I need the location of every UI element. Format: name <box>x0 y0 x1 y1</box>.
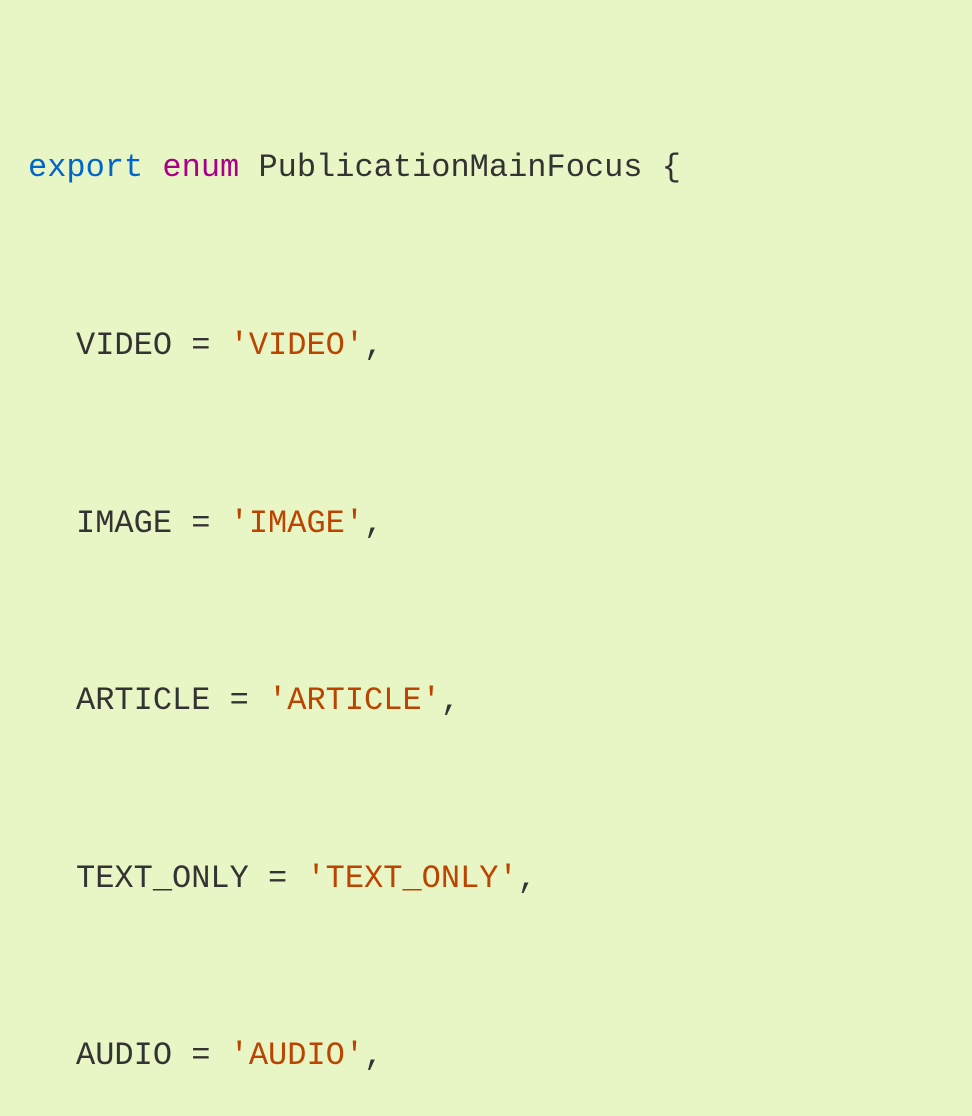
enum-member-value: 'IMAGE' <box>230 505 364 542</box>
enum-name: PublicationMainFocus <box>258 149 642 186</box>
enum-member-name: VIDEO <box>76 327 172 364</box>
equals-sign: = <box>249 860 307 897</box>
code-block: export enum PublicationMainFocus { VIDEO… <box>28 20 944 1116</box>
enum-member-line: TEXT_ONLY = 'TEXT_ONLY', <box>28 849 944 908</box>
enum-member-value: 'TEXT_ONLY' <box>306 860 517 897</box>
enum-member-value: 'AUDIO' <box>230 1037 364 1074</box>
enum-member-name: IMAGE <box>76 505 172 542</box>
export-keyword: export <box>28 149 143 186</box>
enum-member-line: ARTICLE = 'ARTICLE', <box>28 671 944 730</box>
comma: , <box>364 327 383 364</box>
enum-member-line: VIDEO = 'VIDEO', <box>28 316 944 375</box>
equals-sign: = <box>172 505 230 542</box>
equals-sign: = <box>210 682 268 719</box>
enum-member-line: IMAGE = 'IMAGE', <box>28 494 944 553</box>
enum-declaration-line: export enum PublicationMainFocus { <box>28 138 944 197</box>
enum-member-name: ARTICLE <box>76 682 210 719</box>
enum-member-name: TEXT_ONLY <box>76 860 249 897</box>
enum-member-name: AUDIO <box>76 1037 172 1074</box>
open-brace: { <box>662 149 681 186</box>
enum-keyword: enum <box>162 149 239 186</box>
equals-sign: = <box>172 327 230 364</box>
enum-member-value: 'VIDEO' <box>230 327 364 364</box>
comma: , <box>518 860 537 897</box>
comma: , <box>364 1037 383 1074</box>
comma: , <box>364 505 383 542</box>
comma: , <box>441 682 460 719</box>
equals-sign: = <box>172 1037 230 1074</box>
enum-member-value: 'ARTICLE' <box>268 682 441 719</box>
enum-member-line: AUDIO = 'AUDIO', <box>28 1026 944 1085</box>
